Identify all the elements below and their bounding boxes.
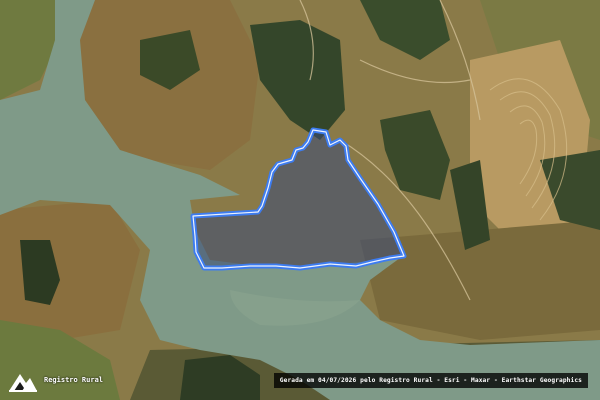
satellite-imagery [0, 0, 600, 400]
brand-name: Registro Rural [44, 376, 104, 384]
farmland-area [0, 200, 140, 340]
satellite-map[interactable]: Registro Rural Gerada em 04/07/2026 pelo… [0, 0, 600, 400]
brand-block: Registro Rural [8, 365, 103, 395]
registro-rural-logo-icon [9, 374, 37, 392]
map-attribution: Gerada em 04/07/2026 pelo Registro Rural… [273, 373, 588, 388]
